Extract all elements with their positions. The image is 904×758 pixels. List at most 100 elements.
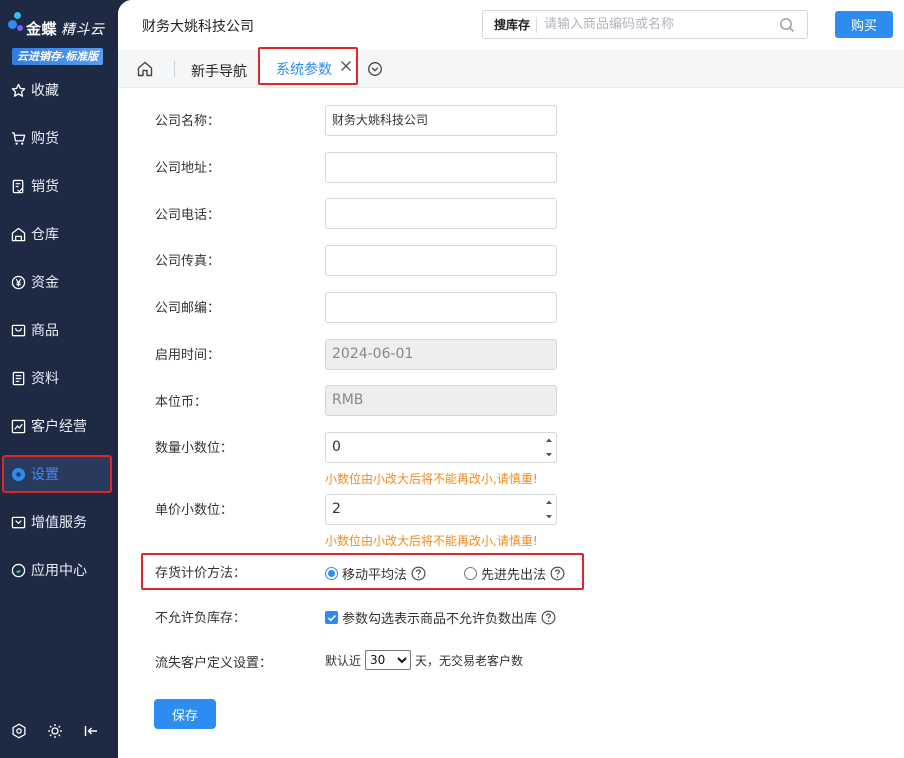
sidebar-item-label: 仓库 bbox=[31, 227, 59, 243]
service-icon bbox=[10, 514, 26, 530]
company-phone-field[interactable] bbox=[325, 198, 557, 229]
tab-system-params[interactable]: 系统参数 bbox=[258, 47, 358, 85]
sidebar-item-settings[interactable]: 设置 bbox=[0, 450, 118, 498]
price-decimals-hint: 小数位由小改大后将不能再改小,请慎重! bbox=[325, 534, 538, 548]
negative-stock-checkbox[interactable]: 参数勾选表示商品不允许负数出库 bbox=[325, 608, 556, 627]
sidebar-bottom-toolbar bbox=[10, 722, 100, 740]
company-title: 财务大姚科技公司 bbox=[142, 19, 254, 35]
company-address-label: 公司地址： bbox=[155, 161, 221, 176]
help-icon[interactable] bbox=[411, 566, 426, 581]
lost-customer-days-select[interactable]: 30 bbox=[365, 650, 412, 670]
start-date-field: 2024-06-01 bbox=[325, 339, 557, 370]
brand-name: 金蝶 bbox=[26, 20, 58, 38]
home-icon[interactable] bbox=[136, 60, 156, 78]
logo-dots-icon bbox=[6, 12, 26, 40]
base-currency-field: RMB bbox=[325, 385, 557, 416]
company-postcode-field[interactable] bbox=[325, 292, 557, 323]
goods-icon bbox=[10, 322, 26, 338]
settings-icon bbox=[10, 466, 26, 482]
sidebar-item-label: 应用中心 bbox=[31, 563, 87, 579]
price-decimals-stepper[interactable]: 2 bbox=[325, 494, 557, 525]
costing-method-label: 存货计价方法： bbox=[155, 566, 247, 581]
brand-logo[interactable]: 金蝶 精斗云 云进销存·标准版 bbox=[6, 8, 114, 68]
sidebar-item-label: 购货 bbox=[31, 131, 59, 147]
warehouse-icon bbox=[10, 226, 26, 242]
search-type-label[interactable]: 搜库存 bbox=[483, 16, 538, 33]
collapse-icon[interactable] bbox=[82, 722, 100, 740]
help-icon[interactable] bbox=[550, 566, 565, 581]
gear-icon[interactable] bbox=[10, 722, 28, 740]
lost-customer-label: 流失客户定义设置： bbox=[155, 656, 273, 671]
close-icon[interactable] bbox=[339, 59, 353, 73]
search-icon[interactable] bbox=[779, 17, 795, 33]
chevron-down-icon[interactable] bbox=[367, 61, 383, 77]
qty-decimals-hint: 小数位由小改大后将不能再改小,请慎重! bbox=[325, 472, 538, 486]
yen-icon bbox=[10, 274, 26, 290]
edition-badge: 云进销存·标准版 bbox=[12, 48, 104, 65]
brand-title: 金蝶 精斗云 bbox=[26, 18, 105, 39]
company-phone-label: 公司电话： bbox=[155, 208, 221, 223]
sidebar-item-label: 商品 bbox=[31, 323, 59, 339]
sidebar-item-goods[interactable]: 商品 bbox=[0, 306, 118, 354]
top-bar: 财务大姚科技公司 搜库存 购买 bbox=[118, 0, 904, 50]
spinner-arrows-icon[interactable] bbox=[545, 436, 553, 459]
checkbox-checked-icon[interactable] bbox=[325, 611, 338, 624]
qty-decimals-label: 数量小数位： bbox=[155, 441, 234, 456]
qty-decimals-stepper[interactable]: 0 bbox=[325, 432, 557, 463]
inventory-search[interactable]: 搜库存 bbox=[482, 10, 808, 39]
radio-fifo[interactable]: 先进先出法 bbox=[464, 564, 565, 583]
search-input[interactable] bbox=[537, 17, 778, 32]
radio-dot-checked[interactable] bbox=[325, 567, 338, 580]
tab-divider bbox=[174, 61, 175, 77]
sidebar-item-label: 销货 bbox=[31, 179, 59, 195]
tab-bar: 新手导航 系统参数 bbox=[118, 47, 904, 88]
base-currency-label: 本位币： bbox=[155, 395, 208, 410]
price-decimals-label: 单价小数位： bbox=[155, 503, 234, 518]
sidebar-item-label: 收藏 bbox=[31, 83, 59, 99]
radio-label: 先进先出法 bbox=[481, 568, 547, 583]
main-panel: 财务大姚科技公司 搜库存 购买 新手导航 系统参数 公司名称： 财务大姚科技公司… bbox=[118, 0, 904, 758]
brand-product: 精斗云 bbox=[61, 22, 105, 38]
tab-label: 系统参数 bbox=[276, 62, 332, 78]
app-center-icon bbox=[10, 562, 26, 578]
sidebar-item-purchase[interactable]: 购货 bbox=[0, 114, 118, 162]
sidebar-item-favorites[interactable]: 收藏 bbox=[0, 66, 118, 114]
lost-customer-suffix: 天，无交易老客户数 bbox=[415, 653, 524, 668]
negative-stock-label: 不允许负库存： bbox=[155, 611, 247, 626]
save-button[interactable]: 保存 bbox=[154, 699, 216, 729]
sun-icon[interactable] bbox=[46, 722, 64, 740]
spinner-arrows-icon[interactable] bbox=[545, 498, 553, 521]
checkbox-label: 参数勾选表示商品不允许负数出库 bbox=[342, 612, 538, 627]
company-postcode-label: 公司邮编： bbox=[155, 301, 221, 316]
document-icon bbox=[10, 370, 26, 386]
sidebar-item-customer[interactable]: 客户经营 bbox=[0, 402, 118, 450]
cart-icon bbox=[10, 130, 26, 146]
sidebar-nav: 收藏 购货 销货 仓库 资金 商品 资料 客户经营 设置 增值服务 应用中心 bbox=[0, 66, 118, 594]
radio-dot-unchecked[interactable] bbox=[464, 567, 477, 580]
buy-button[interactable]: 购买 bbox=[835, 11, 893, 38]
sidebar-item-label: 资料 bbox=[31, 371, 59, 387]
sidebar-item-app-center[interactable]: 应用中心 bbox=[0, 546, 118, 594]
company-fax-label: 公司传真： bbox=[155, 254, 221, 269]
company-address-field[interactable] bbox=[325, 152, 557, 183]
lost-customer-setting: 默认近 30 天，无交易老客户数 bbox=[325, 650, 523, 670]
company-name-label: 公司名称： bbox=[155, 114, 221, 129]
lost-customer-prefix: 默认近 bbox=[325, 653, 362, 668]
sidebar-item-label: 设置 bbox=[31, 467, 59, 483]
start-date-label: 启用时间： bbox=[155, 348, 221, 363]
sidebar-item-sales[interactable]: 销货 bbox=[0, 162, 118, 210]
help-icon[interactable] bbox=[541, 610, 556, 625]
sidebar-item-funds[interactable]: 资金 bbox=[0, 258, 118, 306]
sidebar-item-label: 增值服务 bbox=[31, 515, 87, 531]
star-icon bbox=[10, 82, 26, 98]
sidebar-item-data[interactable]: 资料 bbox=[0, 354, 118, 402]
company-fax-field[interactable] bbox=[325, 245, 557, 276]
sidebar-item-warehouse[interactable]: 仓库 bbox=[0, 210, 118, 258]
sales-doc-icon bbox=[10, 178, 26, 194]
price-decimals-value: 2 bbox=[332, 501, 341, 517]
sidebar-item-value-added[interactable]: 增值服务 bbox=[0, 498, 118, 546]
radio-moving-average[interactable]: 移动平均法 bbox=[325, 564, 426, 583]
qty-decimals-value: 0 bbox=[332, 439, 341, 455]
tab-guide[interactable]: 新手导航 bbox=[191, 61, 247, 81]
company-name-field[interactable]: 财务大姚科技公司 bbox=[325, 105, 557, 136]
